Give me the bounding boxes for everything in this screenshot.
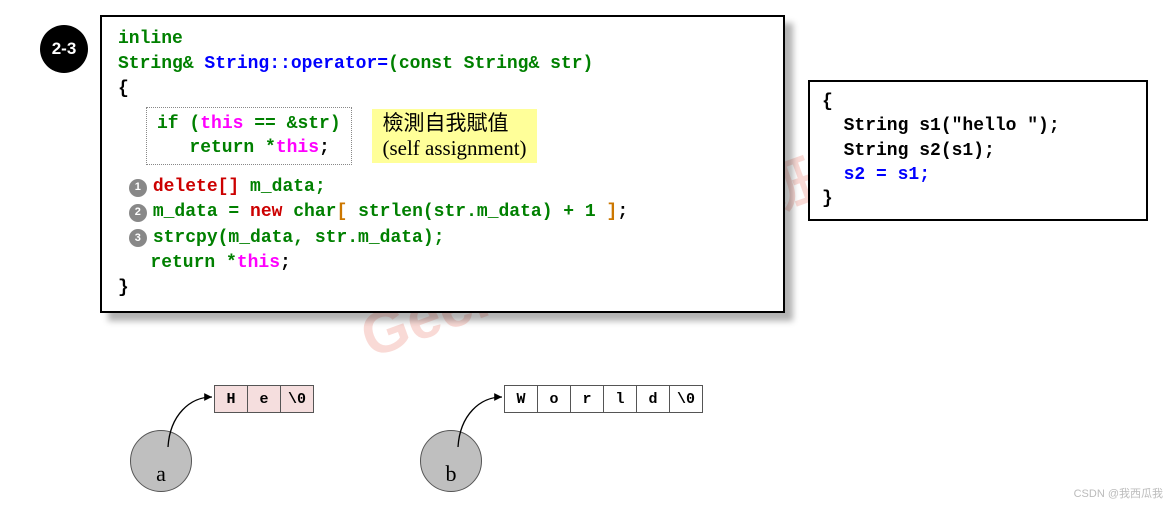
cell: o (537, 385, 571, 413)
side-line-1: { (822, 90, 1134, 114)
step-2-line: 2m_data = new char[ strlen(str.m_data) +… (118, 200, 767, 225)
self-assign-note: 檢測自我賦值 (self assignment) (372, 109, 536, 163)
step-badge-2: 2 (129, 204, 147, 222)
cell: \0 (280, 385, 314, 413)
self-assign-check-box: if (this == &str) return *this; (146, 107, 352, 166)
code-line-3: { (118, 77, 767, 102)
diagram-area: a H e \0 b W o r l d \0 (120, 385, 820, 505)
side-line-5: } (822, 187, 1134, 211)
side-line-3: String s2(s1); (822, 139, 1134, 163)
footer-watermark: CSDN @我西瓜我 (1074, 485, 1163, 501)
return-line: return *this; (118, 251, 767, 276)
cells-b: W o r l d \0 (505, 385, 703, 413)
step-badge-1: 1 (129, 179, 147, 197)
cell: \0 (669, 385, 703, 413)
arrow-a (150, 385, 230, 465)
step-3-line: 3strcpy(m_data, str.m_data); (118, 226, 767, 251)
code-line-1: inline (118, 27, 767, 52)
code-line-end: } (118, 276, 767, 301)
cell: d (636, 385, 670, 413)
step-1-line: 1delete[] m_data; (118, 175, 767, 200)
main-code-block: inline String& String::operator=(const S… (100, 15, 785, 313)
cell: e (247, 385, 281, 413)
side-code-block: { String s1("hello "); String s2(s1); s2… (808, 80, 1148, 221)
self-assign-row: if (this == &str) return *this; 檢測自我賦值 (… (118, 103, 767, 170)
step-badge-3: 3 (129, 229, 147, 247)
cell: l (603, 385, 637, 413)
cell: r (570, 385, 604, 413)
section-badge: 2-3 (40, 25, 88, 73)
section-badge-label: 2-3 (52, 39, 77, 59)
note-line-1: 檢測自我賦值 (382, 111, 526, 136)
arrow-b (440, 385, 520, 465)
side-line-2: String s1("hello "); (822, 114, 1134, 138)
code-line-2: String& String::operator=(const String& … (118, 52, 767, 77)
box-line-2: return *this; (157, 136, 341, 160)
side-line-4: s2 = s1; (822, 163, 1134, 187)
box-line-1: if (this == &str) (157, 112, 341, 136)
note-line-2: (self assignment) (382, 136, 526, 161)
